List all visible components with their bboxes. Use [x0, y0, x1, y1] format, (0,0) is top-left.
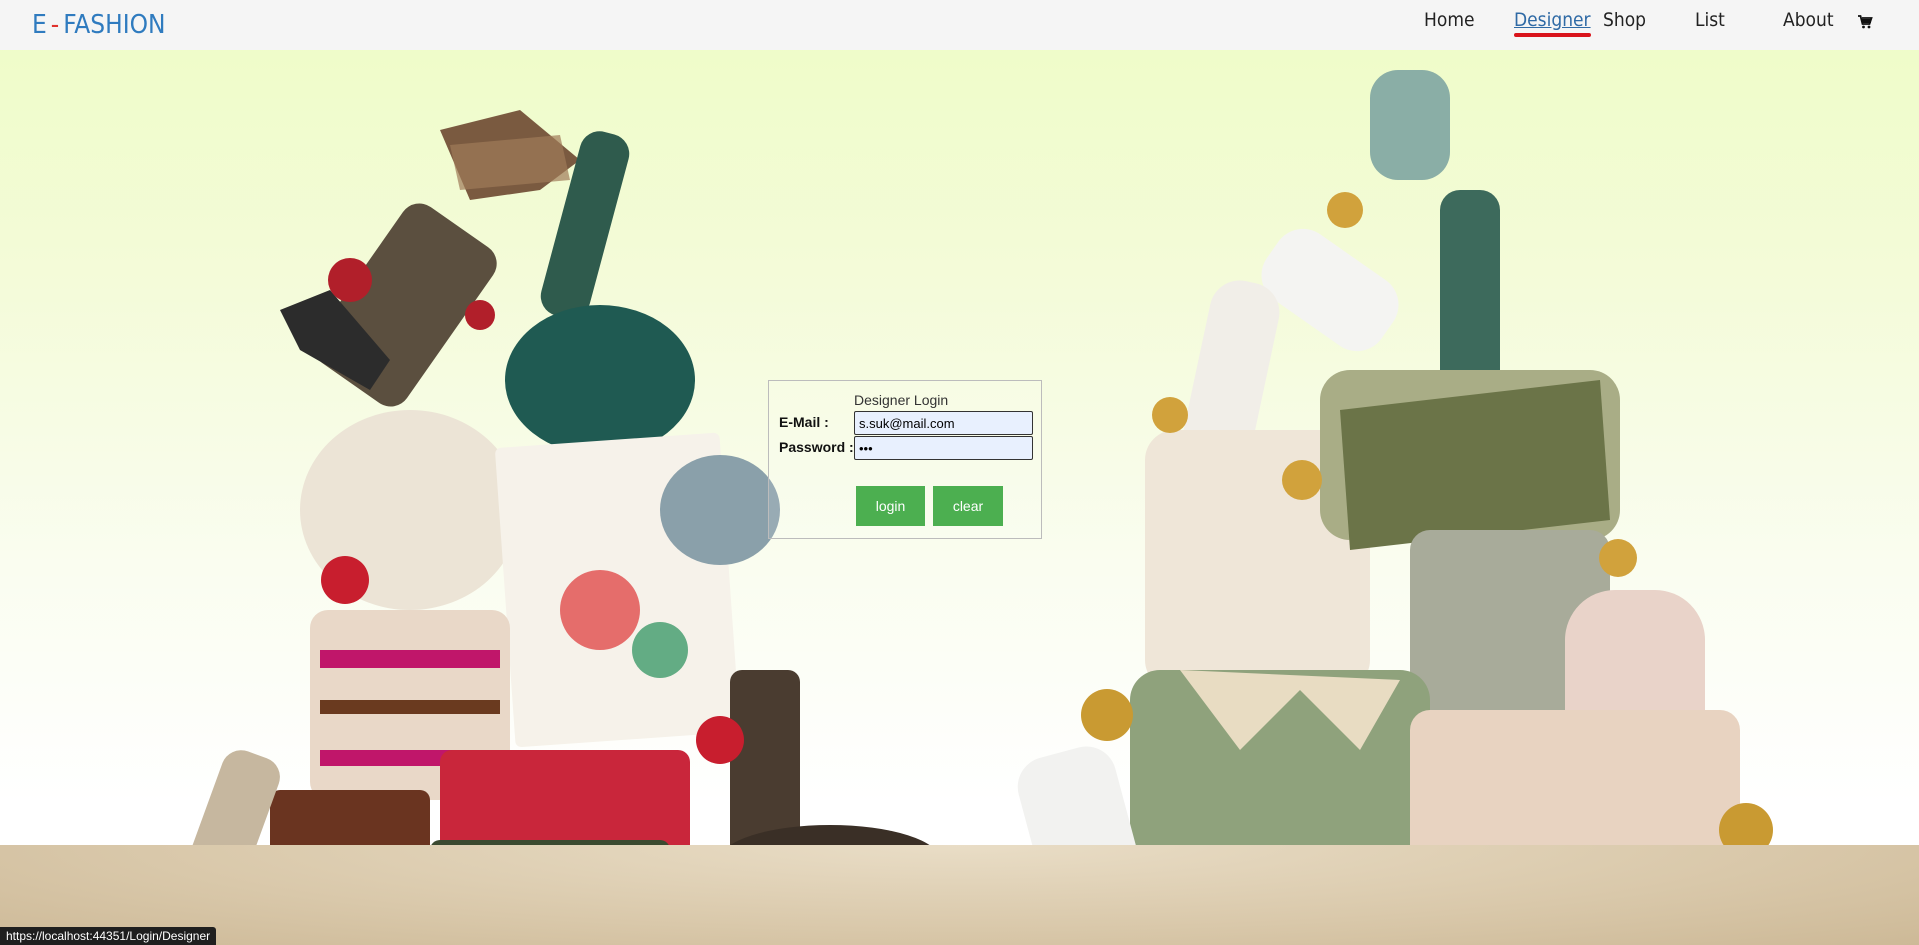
sand-floor — [0, 845, 1919, 945]
brand-logo[interactable]: E - FASHION — [32, 10, 166, 40]
top-navbar: E - FASHION Home Designer Shop List About — [0, 0, 1919, 50]
password-label: Password : — [779, 439, 854, 455]
designer-login-form: Designer Login E-Mail : Password : login… — [768, 380, 1042, 539]
email-field[interactable] — [854, 411, 1033, 435]
status-bar-url: https://localhost:44351/Login/Designer — [0, 927, 217, 945]
login-button[interactable]: login — [856, 486, 925, 526]
brand-word: FASHION — [63, 10, 166, 40]
nav-about[interactable]: About — [1783, 9, 1834, 31]
email-label: E-Mail : — [779, 414, 829, 430]
brand-dash: - — [50, 10, 60, 40]
nav-list[interactable]: List — [1695, 9, 1725, 31]
nav-designer[interactable]: Designer — [1514, 9, 1591, 37]
nav-home[interactable]: Home — [1424, 9, 1475, 31]
password-field[interactable] — [854, 436, 1033, 460]
nav-shop[interactable]: Shop — [1603, 9, 1646, 31]
shopping-cart-icon[interactable] — [1857, 14, 1873, 30]
right-clothing-pile — [1017, 70, 1773, 943]
clear-button[interactable]: clear — [933, 486, 1003, 526]
login-title: Designer Login — [854, 392, 949, 408]
brand-letter: E — [32, 10, 47, 40]
